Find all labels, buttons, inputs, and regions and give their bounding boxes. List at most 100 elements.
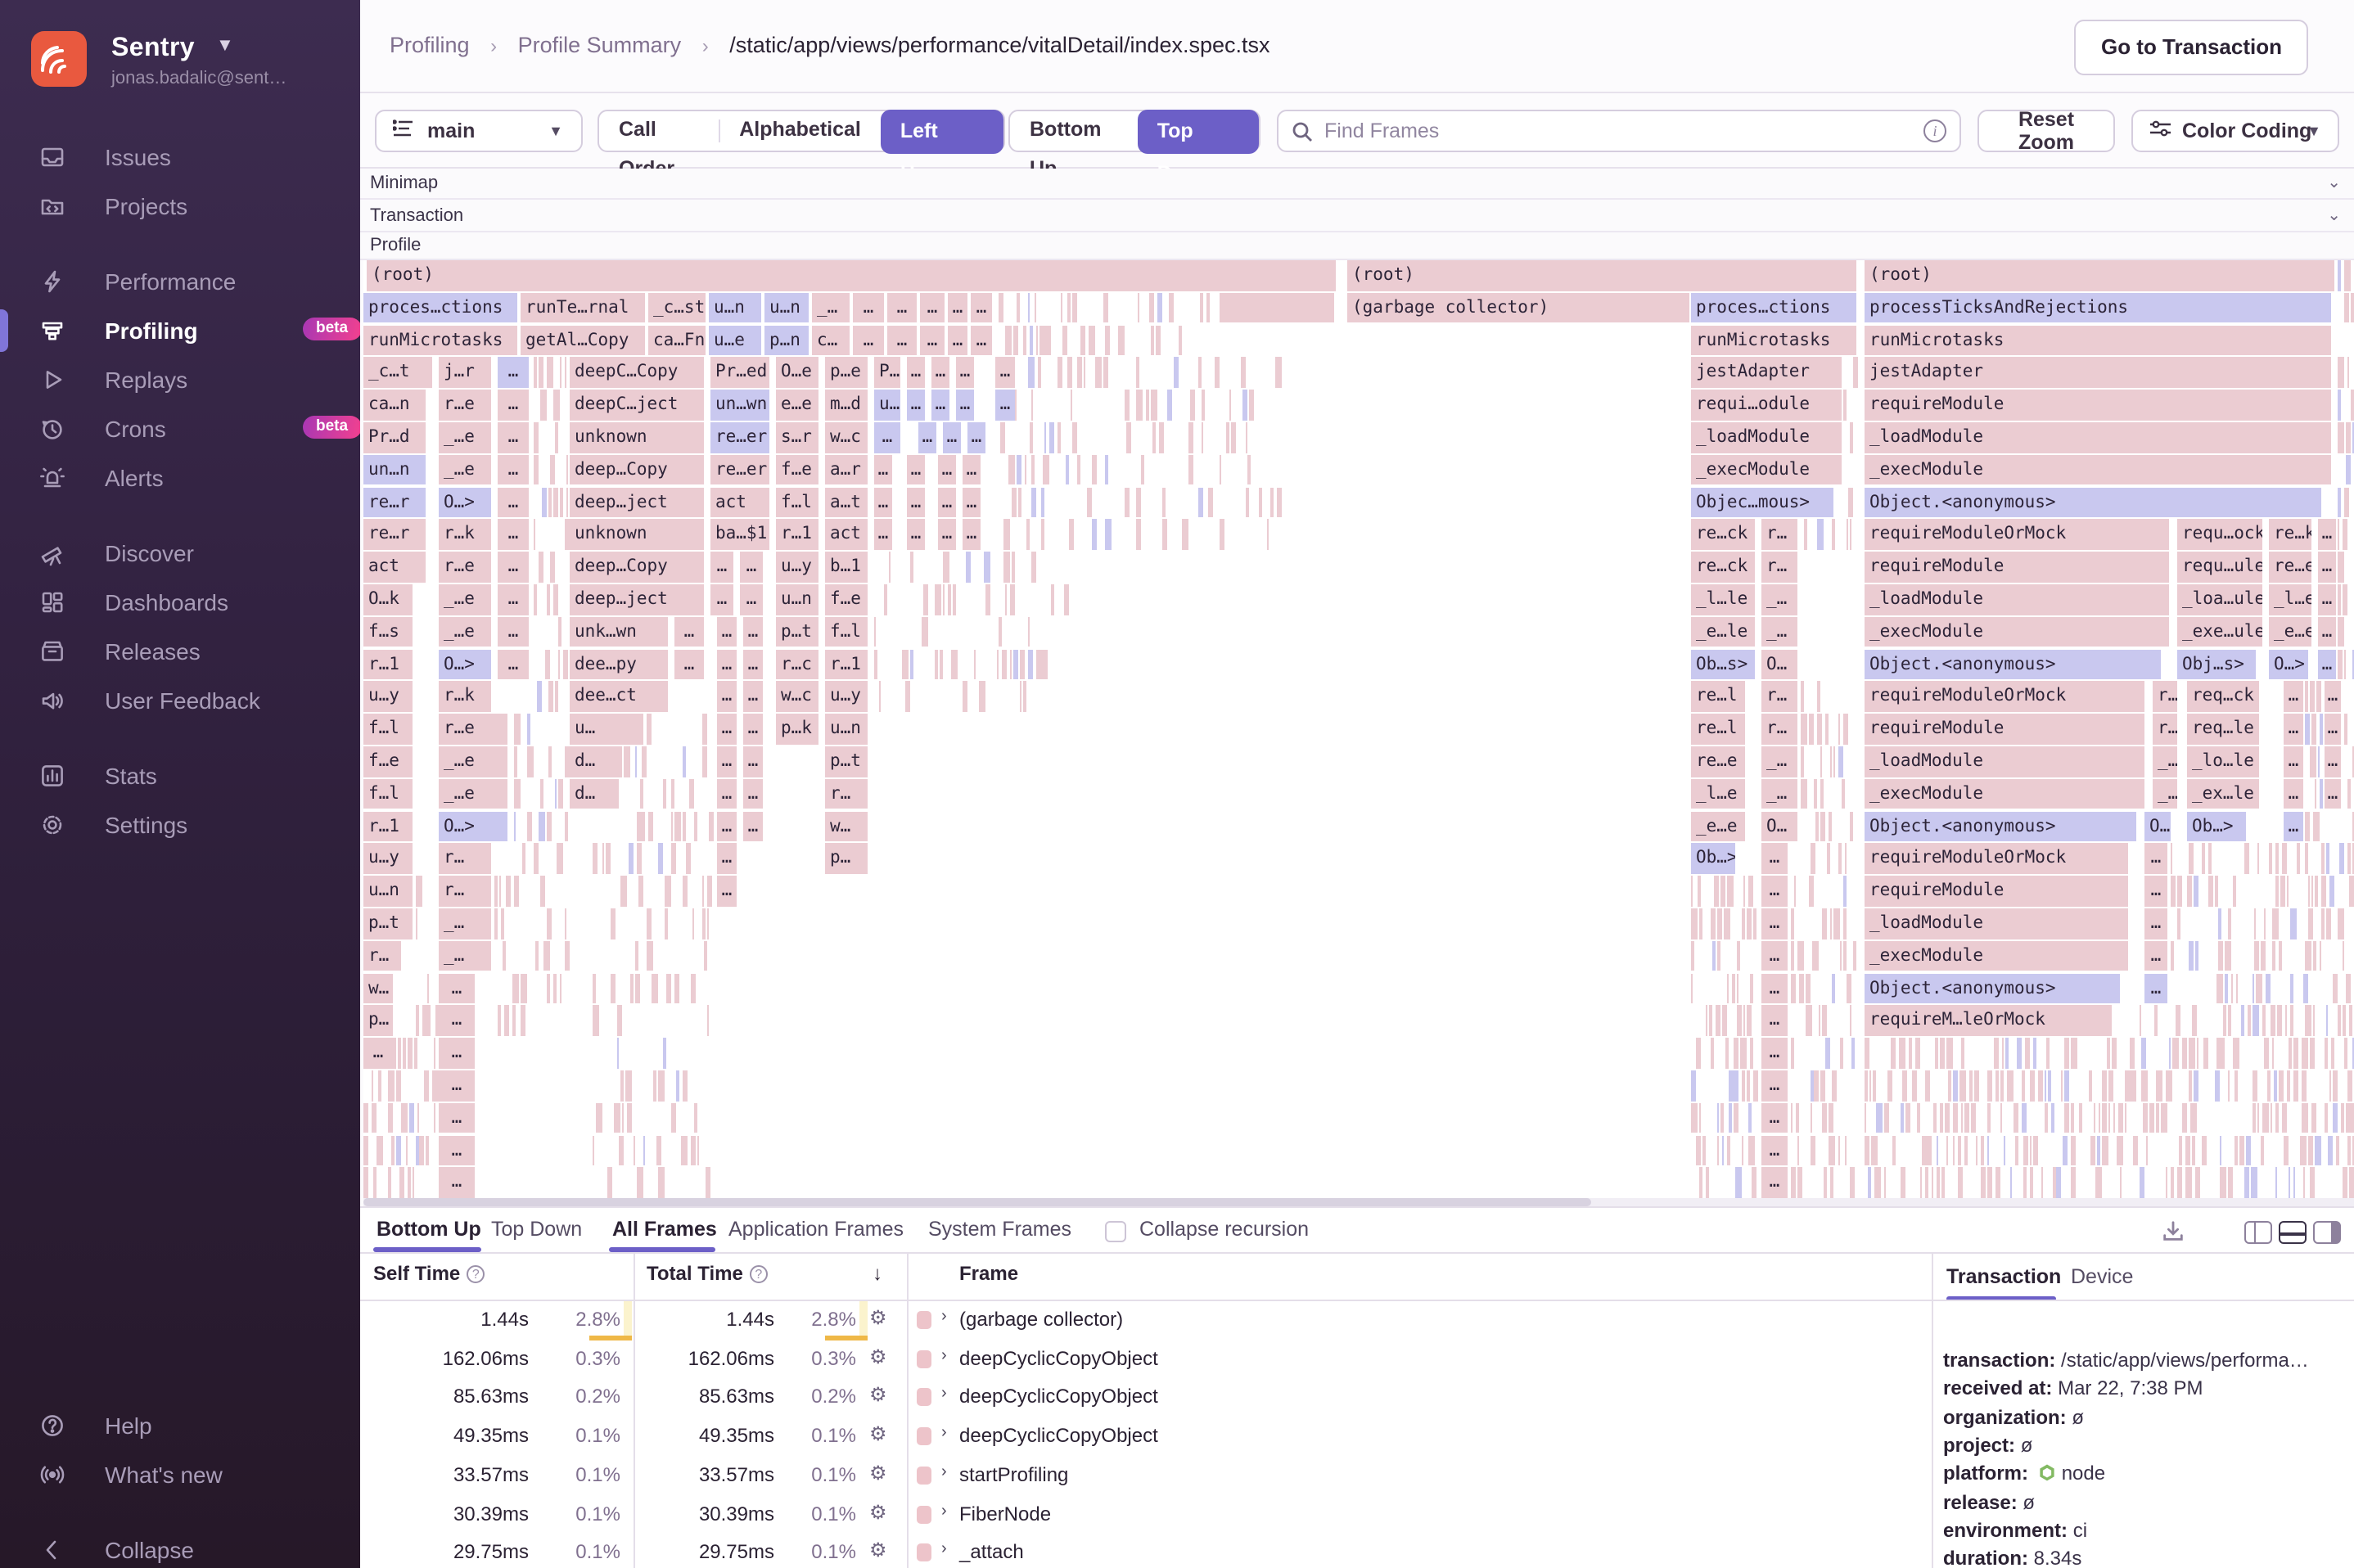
sidebar-item-performance[interactable]: Performance bbox=[0, 257, 360, 306]
flame-frame[interactable]: d… bbox=[570, 746, 622, 777]
download-icon[interactable] bbox=[2161, 1219, 2185, 1252]
flame-frame[interactable]: u…n bbox=[709, 293, 761, 323]
gear-icon[interactable]: ⚙ bbox=[869, 1306, 887, 1329]
flame-frame[interactable]: _execModule bbox=[1691, 455, 1842, 485]
sidebar-item-stats[interactable]: Stats bbox=[0, 751, 360, 800]
table-row[interactable]: 85.63ms0.2%85.63ms0.2%⚙›deepCyclicCopyOb… bbox=[360, 1379, 1932, 1417]
flame-frame[interactable]: _… bbox=[439, 908, 491, 939]
flame-frame[interactable]: … bbox=[931, 358, 949, 388]
flame-frame[interactable]: p…e bbox=[825, 358, 868, 388]
flame-frame[interactable]: Object.<anonymous> bbox=[1865, 649, 2161, 679]
flame-frame[interactable]: … bbox=[967, 422, 985, 453]
flame-frame[interactable]: … bbox=[931, 390, 949, 420]
flame-frame[interactable]: r… bbox=[1761, 552, 1797, 582]
flame-frame[interactable]: … bbox=[439, 1070, 475, 1101]
flame-frame[interactable]: … bbox=[710, 552, 733, 582]
table-row[interactable]: 49.35ms0.1%49.35ms0.1%⚙›deepCyclicCopyOb… bbox=[360, 1417, 1932, 1456]
flame-frame[interactable]: r… bbox=[2153, 682, 2177, 712]
flame-frame[interactable]: ca…Fn bbox=[648, 325, 706, 355]
flame-frame[interactable]: _…e bbox=[439, 584, 491, 615]
frame-name[interactable]: deepCyclicCopyObject bbox=[959, 1346, 1158, 1369]
flame-frame[interactable]: proces…ctions bbox=[363, 293, 517, 323]
flame-frame[interactable]: f…l bbox=[776, 487, 818, 517]
flame-frame[interactable]: re…e bbox=[2269, 552, 2311, 582]
flame-frame[interactable]: … bbox=[743, 617, 763, 647]
sort-call-order-button[interactable]: Call Order bbox=[599, 110, 719, 152]
reset-zoom-button[interactable]: Reset Zoom bbox=[1977, 110, 2115, 152]
flame-frame[interactable]: … bbox=[2325, 682, 2341, 712]
view-top-down-button[interactable]: Top Down bbox=[1138, 109, 1259, 153]
flame-frame[interactable]: … bbox=[717, 617, 737, 647]
flame-frame[interactable]: … bbox=[971, 293, 992, 323]
flame-frame[interactable]: u…n bbox=[764, 293, 809, 323]
details-tab-transaction[interactable]: Transaction bbox=[1946, 1265, 2061, 1288]
flame-frame[interactable]: … bbox=[439, 1135, 475, 1165]
self-time-column-header[interactable]: Self Time? bbox=[373, 1262, 485, 1285]
flame-frame[interactable]: r… bbox=[439, 844, 491, 874]
table-row[interactable]: 30.39ms0.1%30.39ms0.1%⚙›FiberNode bbox=[360, 1495, 1932, 1534]
flame-frame[interactable]: _loadModule bbox=[1865, 422, 2331, 453]
flame-frame[interactable]: a…t bbox=[825, 487, 868, 517]
flame-frame[interactable]: … bbox=[956, 390, 974, 420]
flame-frame[interactable]: _… bbox=[1761, 779, 1797, 809]
color-coding-dropdown[interactable]: Color Coding ▼ bbox=[2131, 110, 2339, 152]
breadcrumb-profile-summary[interactable]: Profile Summary bbox=[518, 33, 682, 57]
flame-frame[interactable]: … bbox=[717, 876, 737, 906]
sidebar-item-profiling[interactable]: Profilingbeta bbox=[0, 306, 360, 355]
flame-frame[interactable]: … bbox=[2284, 811, 2303, 841]
flame-frame[interactable]: … bbox=[907, 487, 925, 517]
flame-frame[interactable]: Obj…s> bbox=[2177, 649, 2256, 679]
minimap-section-header[interactable]: Minimap ⌄ bbox=[360, 169, 2354, 200]
flame-frame[interactable]: ba…$1 bbox=[710, 520, 769, 550]
sidebar-item-projects[interactable]: Projects bbox=[0, 182, 360, 231]
flame-frame[interactable]: w… bbox=[825, 811, 868, 841]
flame-frame[interactable]: f…l bbox=[825, 617, 868, 647]
flame-frame[interactable]: P… bbox=[874, 358, 900, 388]
frame-name[interactable]: startProfiling bbox=[959, 1463, 1068, 1486]
sidebar-whats-new[interactable]: What's new bbox=[0, 1450, 360, 1499]
flame-frame[interactable]: … bbox=[963, 520, 981, 550]
flame-frame[interactable]: u…n bbox=[776, 584, 818, 615]
flame-frame[interactable]: _e…e bbox=[2269, 617, 2311, 647]
flame-frame[interactable]: … bbox=[740, 584, 763, 615]
flame-frame[interactable]: _execModule bbox=[1865, 779, 2144, 809]
brand-caret-icon[interactable]: ▼ bbox=[216, 36, 234, 56]
flame-frame[interactable]: p…t bbox=[776, 617, 818, 647]
flame-frame[interactable]: … bbox=[963, 455, 981, 485]
flame-frame[interactable]: … bbox=[743, 714, 763, 744]
flame-frame[interactable]: r… bbox=[2153, 714, 2177, 744]
gear-icon[interactable]: ⚙ bbox=[869, 1422, 887, 1445]
flame-frame[interactable]: r… bbox=[363, 941, 401, 971]
flamegraph-canvas[interactable]: (root)(root)(root)proces…ctionsrunTe…rna… bbox=[363, 260, 2354, 1198]
help-icon[interactable]: ? bbox=[750, 1265, 768, 1283]
flame-frame[interactable]: act bbox=[363, 552, 426, 582]
flame-frame[interactable]: _e…le bbox=[1691, 617, 1755, 647]
flame-frame[interactable]: req…le bbox=[2187, 714, 2259, 744]
flame-frame[interactable]: r… bbox=[439, 876, 491, 906]
flame-frame[interactable]: w…c bbox=[776, 682, 818, 712]
flame-frame[interactable]: _loadModule bbox=[1691, 422, 1842, 453]
flame-frame[interactable]: requireModule bbox=[1865, 552, 2169, 582]
tab-all-frames[interactable]: All Frames bbox=[612, 1218, 717, 1241]
flame-frame[interactable]: requi…odule bbox=[1691, 390, 1842, 420]
flame-frame[interactable]: _… bbox=[1761, 746, 1797, 777]
flame-frame[interactable]: (garbage collector) bbox=[1347, 293, 1689, 323]
flame-frame[interactable]: … bbox=[1761, 908, 1788, 939]
sidebar-help[interactable]: Help bbox=[0, 1401, 360, 1450]
flame-frame[interactable]: … bbox=[948, 325, 967, 355]
expand-chevron-icon[interactable]: › bbox=[941, 1540, 947, 1558]
flame-frame[interactable]: … bbox=[2144, 844, 2167, 874]
flame-frame[interactable]: … bbox=[918, 422, 936, 453]
flame-frame[interactable]: O…> bbox=[439, 811, 507, 841]
flame-frame[interactable]: deep…Copy bbox=[570, 552, 704, 582]
flame-frame[interactable]: _l…e bbox=[2269, 584, 2311, 615]
flame-frame[interactable]: m…d bbox=[825, 390, 868, 420]
flame-frame[interactable]: Object.<anonymous> bbox=[1865, 973, 2120, 1003]
flame-frame[interactable]: … bbox=[2144, 973, 2167, 1003]
flame-frame[interactable]: jestAdapter bbox=[1691, 358, 1842, 388]
flame-frame[interactable]: unknown bbox=[570, 520, 704, 550]
flame-frame[interactable]: _loadModule bbox=[1865, 908, 2128, 939]
flame-frame[interactable]: u…n bbox=[363, 876, 413, 906]
flame-frame[interactable]: … bbox=[674, 617, 704, 647]
flame-frame[interactable]: u…e bbox=[709, 325, 761, 355]
